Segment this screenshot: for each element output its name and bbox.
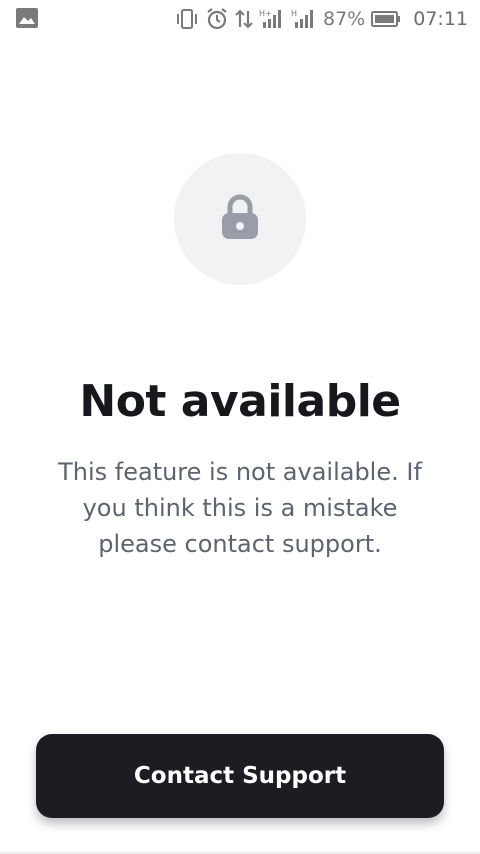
error-message: This feature is not available. If you th…: [58, 458, 422, 558]
signal-h-icon: H: [291, 8, 317, 30]
alarm-icon: [205, 7, 229, 31]
data-transfer-icon: [235, 8, 253, 30]
lock-icon: [220, 194, 260, 245]
svg-text:H: H: [291, 9, 297, 18]
status-icons: H+ H 87% 07:11: [175, 6, 468, 32]
contact-support-button[interactable]: Contact Support: [36, 734, 444, 818]
battery-icon: [371, 10, 401, 28]
status-bar: H+ H 87% 07:11: [0, 0, 480, 38]
page-title: Not available: [79, 376, 401, 427]
clock: 07:11: [413, 8, 468, 30]
screen: H+ H 87% 07:11 Not available This featur…: [0, 0, 480, 854]
signal-h-plus-icon: H+: [259, 8, 285, 30]
vibrate-icon: [175, 8, 199, 30]
lock-icon-container: [174, 153, 306, 285]
svg-text:H+: H+: [259, 9, 272, 18]
image-icon: [16, 8, 38, 28]
battery-percent: 87%: [323, 8, 366, 30]
